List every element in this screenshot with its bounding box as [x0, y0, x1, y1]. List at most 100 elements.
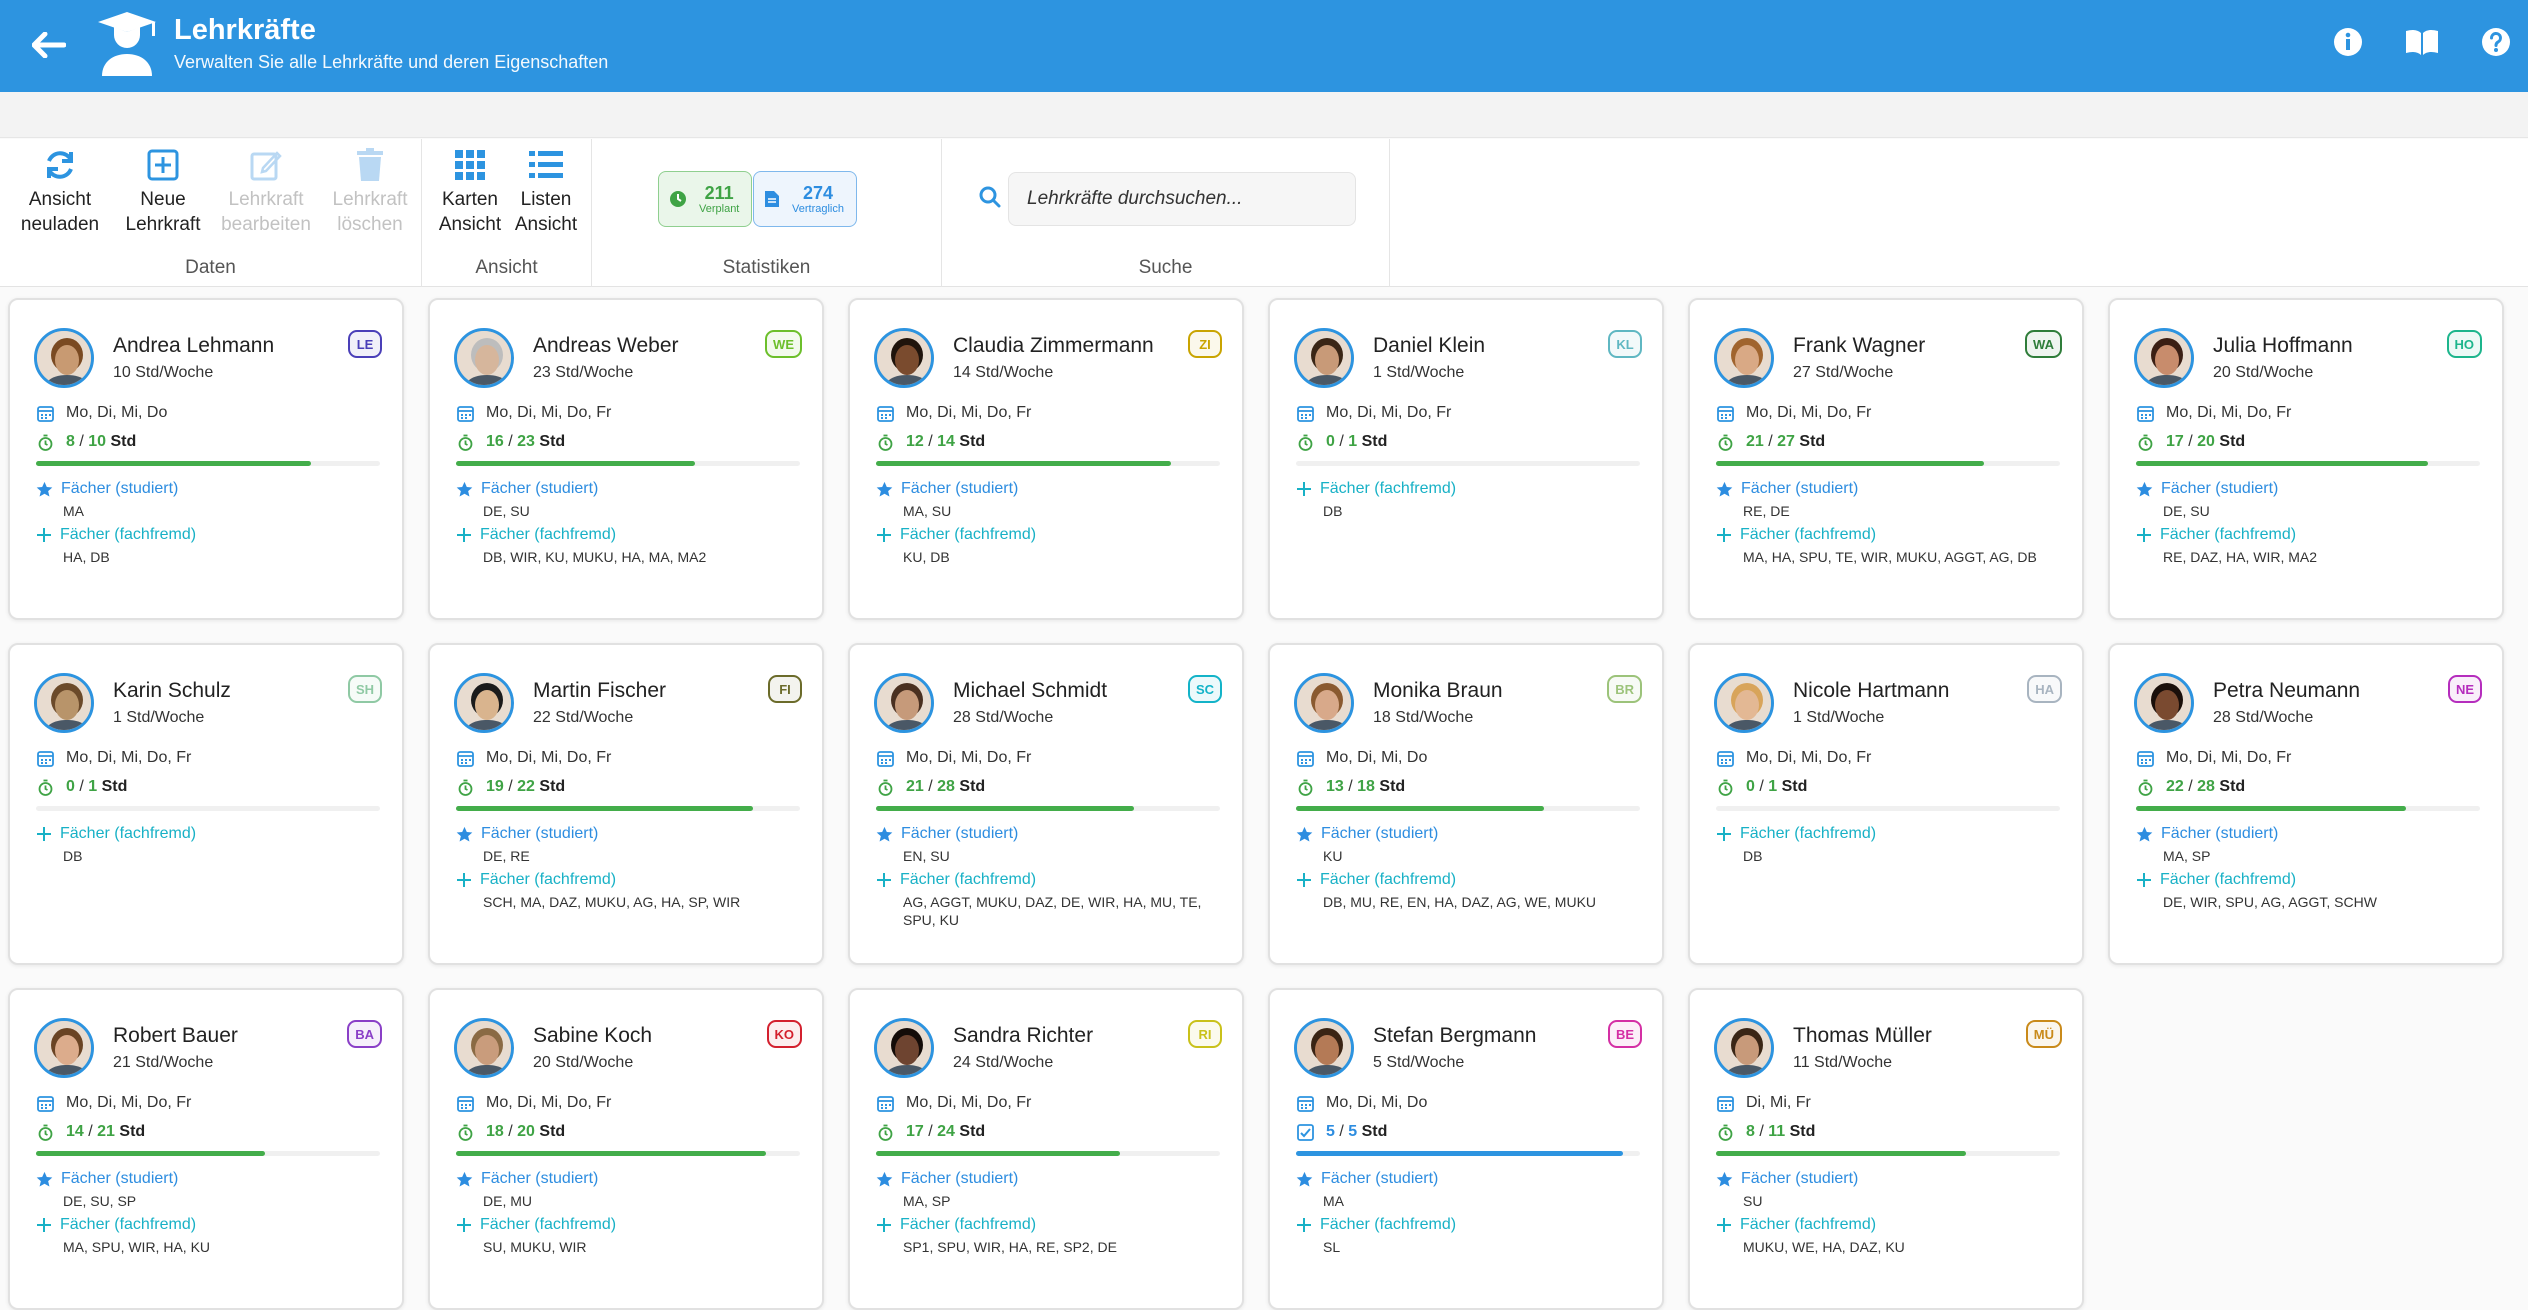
workdays: Mo, Di, Mi, Do, Fr: [66, 749, 192, 766]
teacher-card[interactable]: Thomas Müller 11 Std/Woche MÜ Di, Mi, Fr 8 /…: [1688, 988, 2084, 1310]
star-icon: [456, 826, 473, 842]
plus-icon: [1717, 528, 1731, 542]
teacher-card[interactable]: Sandra Richter 24 Std/Woche RI Mo, Di, Mi, …: [848, 988, 1244, 1310]
subjects-foreign: SP1, SPU, WIR, HA, RE, SP2, DE: [903, 1239, 1117, 1255]
subjects-studied: MA: [63, 503, 84, 519]
hours-unit: Std: [110, 433, 137, 450]
teacher-card[interactable]: Claudia Zimmermann 14 Std/Woche ZI Mo, Di, …: [848, 298, 1244, 620]
teacher-card[interactable]: Julia Hoffmann 20 Std/Woche HO Mo, Di, Mi, …: [2108, 298, 2504, 620]
list-view-button[interactable]: Listen Ansicht: [506, 147, 586, 237]
subjects-foreign: RE, DAZ, HA, WIR, MA2: [2163, 549, 2318, 565]
subjects-studied: MA: [1323, 1193, 1344, 1209]
teacher-name: Andrea Lehmann: [113, 334, 275, 357]
stopwatch-icon: [1718, 779, 1732, 796]
hours-unit: Std: [959, 778, 986, 795]
stopwatch-icon: [38, 1124, 52, 1141]
teacher-card[interactable]: Michael Schmidt 28 Std/Woche SC Mo, Di, Mi,…: [848, 643, 1244, 965]
teacher-card[interactable]: Robert Bauer 21 Std/Woche BA Mo, Di, Mi, Do…: [8, 988, 404, 1310]
hours-progress-bar: [456, 1151, 800, 1156]
calendar-icon: [1296, 750, 1314, 767]
hours-progress-bar: [36, 806, 380, 811]
subjects-foreign-title: Fächer (fachfremd): [1296, 871, 1456, 889]
stopwatch-icon: [458, 1124, 472, 1141]
calendar-icon: [2136, 405, 2154, 422]
teacher-code-badge: SH: [347, 675, 382, 703]
hours-progress-row: 19 / 22 Std: [456, 778, 565, 796]
teacher-card[interactable]: Sabine Koch 20 Std/Woche KO Mo, Di, Mi, Do,…: [428, 988, 824, 1310]
plus-icon: [1297, 1218, 1311, 1232]
plus-icon: [37, 528, 51, 542]
stat-contract-value: 274: [802, 183, 834, 203]
teacher-card[interactable]: Daniel Klein 1 Std/Woche KL Mo, Di, Mi, Do,…: [1268, 298, 1664, 620]
teacher-card[interactable]: Andrea Lehmann 10 Std/Woche LE Mo, Di, Mi, …: [8, 298, 404, 620]
stat-contract-label: Vertraglich: [792, 203, 844, 215]
avatar: [874, 1018, 934, 1078]
teacher-card[interactable]: Monika Braun 18 Std/Woche BR Mo, Di, Mi, Do…: [1268, 643, 1664, 965]
subjects-foreign-title: Fächer (fachfremd): [456, 1216, 616, 1234]
teacher-name: Martin Fischer: [533, 679, 667, 702]
teacher-card[interactable]: Frank Wagner 27 Std/Woche WA Mo, Di, Mi, Do…: [1688, 298, 2084, 620]
info-button[interactable]: [2330, 24, 2366, 60]
help-button[interactable]: [2478, 24, 2514, 60]
teacher-card[interactable]: Petra Neumann 28 Std/Woche NE Mo, Di, Mi, D…: [2108, 643, 2504, 965]
hours-progress-row: 0 / 1 Std: [36, 778, 127, 796]
reload-view-label: Ansicht neuladen: [20, 189, 100, 235]
avatar: [2134, 328, 2194, 388]
hours-progress-row: 18 / 20 Std: [456, 1123, 565, 1141]
avatar: [454, 1018, 514, 1078]
subjects-studied-label: Fächer (studiert): [901, 480, 1019, 497]
planned-hours: 22: [2166, 778, 2184, 795]
teacher-card[interactable]: Nicole Hartmann 1 Std/Woche HA Mo, Di, Mi, …: [1688, 643, 2084, 965]
help-book-button[interactable]: [2404, 24, 2440, 60]
teacher-name: Daniel Klein: [1373, 334, 1486, 357]
search-input[interactable]: [1008, 172, 1356, 226]
teacher-card[interactable]: Martin Fischer 22 Std/Woche FI Mo, Di, Mi, …: [428, 643, 824, 965]
avatar: [454, 673, 514, 733]
list-icon: [529, 151, 563, 178]
teacher-card[interactable]: Karin Schulz 1 Std/Woche SH Mo, Di, Mi, Do,…: [8, 643, 404, 965]
teacher-code-badge: ZI: [1188, 330, 1222, 358]
delete-teacher-button[interactable]: Lehrkraft löschen: [320, 147, 420, 237]
hours-progress-row: 17 / 20 Std: [2136, 433, 2245, 451]
plus-icon: [457, 873, 471, 887]
stopwatch-icon: [878, 1124, 892, 1141]
back-button[interactable]: [26, 22, 72, 68]
workdays: Di, Mi, Fr: [1746, 1094, 1811, 1111]
subjects-studied: DE, SU: [2163, 503, 2210, 519]
stopwatch-icon: [1718, 1124, 1732, 1141]
contract-hours: 21: [97, 1123, 115, 1140]
teacher-name: Julia Hoffmann: [2213, 334, 2353, 357]
contract-hours: 20: [517, 1123, 535, 1140]
subjects-studied: DE, RE: [483, 848, 530, 864]
hours-unit: Std: [959, 1123, 986, 1140]
subjects-foreign-label: Fächer (fachfremd): [1320, 480, 1457, 497]
subjects-studied-title: Fächer (studiert): [1716, 480, 1858, 498]
calendar-icon: [1296, 1095, 1314, 1112]
avatar: [1714, 673, 1774, 733]
avatar: [454, 328, 514, 388]
teacher-code-badge: KL: [1608, 330, 1642, 358]
reload-view-button[interactable]: Ansicht neuladen: [10, 147, 110, 237]
ribbon-group-daten: Ansicht neuladen Neue Lehrkraft Lehrkraf…: [0, 139, 422, 287]
subjects-foreign-label: Fächer (fachfremd): [900, 526, 1037, 543]
teacher-card[interactable]: Andreas Weber 23 Std/Woche WE Mo, Di, Mi, D…: [428, 298, 824, 620]
workdays-row: Mo, Di, Mi, Do: [1296, 749, 1427, 767]
stopwatch-icon: [38, 779, 52, 796]
edit-teacher-button[interactable]: Lehrkraft bearbeiten: [216, 147, 316, 237]
subjects-foreign: DB: [1323, 503, 1343, 519]
stopwatch-icon: [2138, 779, 2152, 796]
card-view-button[interactable]: Karten Ansicht: [430, 147, 510, 237]
hours-progress-bar: [1716, 1151, 2060, 1156]
plus-icon: [2137, 873, 2151, 887]
workdays: Mo, Di, Mi, Do, Fr: [486, 1094, 612, 1111]
hours-progress-bar: [1716, 806, 2060, 811]
teacher-card[interactable]: Stefan Bergmann 5 Std/Woche BE Mo, Di, Mi, …: [1268, 988, 1664, 1310]
calendar-icon: [1716, 750, 1734, 767]
workdays-row: Mo, Di, Mi, Do, Fr: [456, 1094, 611, 1112]
workdays-row: Mo, Di, Mi, Do, Fr: [1296, 404, 1451, 422]
avatar: [34, 673, 94, 733]
workdays-row: Mo, Di, Mi, Do, Fr: [2136, 749, 2291, 767]
new-teacher-button[interactable]: Neue Lehrkraft: [113, 147, 213, 237]
avatar: [874, 328, 934, 388]
plus-icon: [2137, 528, 2151, 542]
